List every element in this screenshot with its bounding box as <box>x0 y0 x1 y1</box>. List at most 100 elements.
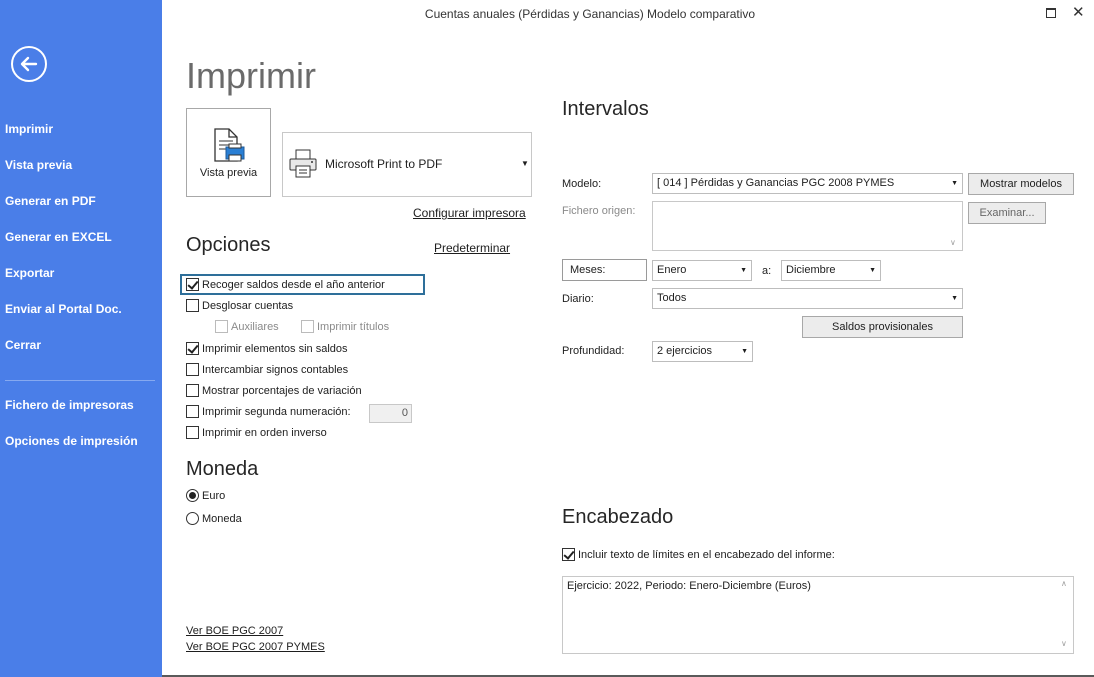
header-text: Ejercicio: 2022, Periodo: Enero-Diciembr… <box>567 580 811 592</box>
radio-label: Moneda <box>202 512 242 525</box>
checkbox-checked-icon <box>186 342 199 355</box>
arrow-left-icon <box>20 56 38 72</box>
checkbox-checked-icon <box>562 548 575 561</box>
chevron-down-icon: ▼ <box>741 348 748 355</box>
depth-select[interactable]: 2 ejercicios ▼ <box>652 341 753 362</box>
sidebar: Imprimir Vista previa Generar en PDF Gen… <box>0 0 162 677</box>
depth-label: Profundidad: <box>562 345 625 357</box>
journal-select[interactable]: Todos ▼ <box>652 288 963 309</box>
journal-value: Todos <box>657 292 687 304</box>
close-button[interactable]: ✕ <box>1072 3 1085 21</box>
checkbox-icon <box>186 384 199 397</box>
chk-label: Auxiliares <box>231 320 279 333</box>
radio-euro[interactable]: Euro <box>186 489 225 502</box>
configure-printer-link[interactable]: Configurar impresora <box>413 206 526 220</box>
sidebar-item-cerrar[interactable]: Cerrar <box>5 338 41 352</box>
radio-moneda[interactable]: Moneda <box>186 512 242 525</box>
chk-include-limits[interactable]: Incluir texto de límites en el encabezad… <box>562 548 835 561</box>
to-label: a: <box>762 265 772 277</box>
sidebar-item-enviar-portal[interactable]: Enviar al Portal Doc. <box>5 302 122 316</box>
journal-label: Diario: <box>562 293 594 305</box>
checkbox-icon <box>186 405 199 418</box>
chevron-up-icon: ∧ <box>1061 579 1067 588</box>
source-file-input[interactable] <box>652 201 963 251</box>
header-scrollbar[interactable]: ∧ ∨ <box>1057 577 1074 653</box>
model-label: Modelo: <box>562 178 602 190</box>
chk-recoger-saldos[interactable]: Recoger saldos desde el año anterior <box>186 278 385 291</box>
chk-label: Mostrar porcentajes de variación <box>202 384 362 397</box>
chk-label: Intercambiar signos contables <box>202 363 349 376</box>
month-from-value: Enero <box>657 264 687 276</box>
back-button[interactable] <box>11 46 47 82</box>
chk-label: Imprimir en orden inverso <box>202 426 327 439</box>
sidebar-item-fichero-impresoras[interactable]: Fichero de impresoras <box>5 398 134 412</box>
page-title: Imprimir <box>186 55 316 96</box>
close-icon: ✕ <box>1072 4 1085 21</box>
chevron-down-icon: ∨ <box>950 238 956 247</box>
chk-label: Imprimir segunda numeración: <box>202 405 351 418</box>
header-title: Encabezado <box>562 506 674 528</box>
preview-button[interactable]: Vista previa <box>186 108 271 197</box>
month-to-value: Diciembre <box>786 264 836 276</box>
sidebar-item-exportar[interactable]: Exportar <box>5 266 54 280</box>
second-numbering-input[interactable]: 0 <box>369 404 412 423</box>
boe-pgc-link[interactable]: Ver BOE PGC 2007 <box>186 625 283 637</box>
radio-selected-icon <box>186 489 199 502</box>
show-models-button[interactable]: Mostrar modelos <box>968 173 1074 195</box>
chk-porcentajes-variacion[interactable]: Mostrar porcentajes de variación <box>186 384 362 397</box>
checkbox-icon <box>186 426 199 439</box>
window-title: Cuentas anuales (Pérdidas y Ganancias) M… <box>424 7 756 21</box>
source-file-label: Fichero origen: <box>562 205 636 217</box>
chevron-down-icon: ▼ <box>740 267 747 274</box>
printer-select[interactable]: Microsoft Print to PDF ▼ <box>282 132 532 197</box>
chk-orden-inverso[interactable]: Imprimir en orden inverso <box>186 426 327 439</box>
chk-segunda-numeracion[interactable]: Imprimir segunda numeración: <box>186 405 351 418</box>
chk-elementos-sin-saldos[interactable]: Imprimir elementos sin saldos <box>186 342 348 355</box>
checkbox-icon <box>186 299 199 312</box>
radio-icon <box>186 512 199 525</box>
printer-name: Microsoft Print to PDF <box>325 157 443 171</box>
model-value: [ 014 ] Pérdidas y Ganancias PGC 2008 PY… <box>657 177 895 189</box>
currency-title: Moneda <box>186 458 259 480</box>
sidebar-item-imprimir[interactable]: Imprimir <box>5 122 53 136</box>
chk-desglosar-cuentas[interactable]: Desglosar cuentas <box>186 299 293 312</box>
chk-label: Incluir texto de límites en el encabezad… <box>578 548 835 561</box>
maximize-button[interactable] <box>1044 5 1058 19</box>
checkbox-checked-icon <box>186 278 199 291</box>
chevron-down-icon: ▼ <box>869 267 876 274</box>
sidebar-item-vista-previa[interactable]: Vista previa <box>5 158 72 172</box>
chk-label: Recoger saldos desde el año anterior <box>202 278 385 291</box>
sidebar-item-generar-excel[interactable]: Generar en EXCEL <box>5 230 112 244</box>
chevron-down-icon: ▼ <box>521 159 529 168</box>
chk-label: Desglosar cuentas <box>202 299 294 312</box>
chevron-down-icon: ▼ <box>951 295 958 302</box>
provisional-balances-button[interactable]: Saldos provisionales <box>802 316 963 338</box>
month-to-select[interactable]: Diciembre ▼ <box>781 260 881 281</box>
checkbox-icon <box>301 320 314 333</box>
model-select[interactable]: [ 014 ] Pérdidas y Ganancias PGC 2008 PY… <box>652 173 963 194</box>
chk-imprimir-titulos: Imprimir títulos <box>301 320 389 333</box>
chk-label: Imprimir elementos sin saldos <box>202 342 348 355</box>
source-scrollbar[interactable]: ∨ <box>946 202 963 250</box>
header-text-area[interactable]: Ejercicio: 2022, Periodo: Enero-Diciembr… <box>562 576 1074 654</box>
preview-label: Vista previa <box>199 167 258 179</box>
intervals-title: Intervalos <box>562 98 649 120</box>
chk-label: Imprimir títulos <box>317 320 390 333</box>
chevron-down-icon: ∨ <box>1061 639 1067 648</box>
depth-value: 2 ejercicios <box>657 345 713 357</box>
browse-button[interactable]: Examinar... <box>968 202 1046 224</box>
boe-pymes-link[interactable]: Ver BOE PGC 2007 PYMES <box>186 641 325 653</box>
sidebar-item-opciones-impresion[interactable]: Opciones de impresión <box>5 434 138 448</box>
checkbox-icon <box>215 320 228 333</box>
set-default-link[interactable]: Predeterminar <box>434 241 510 255</box>
sidebar-item-generar-pdf[interactable]: Generar en PDF <box>5 194 96 208</box>
chk-intercambiar-signos[interactable]: Intercambiar signos contables <box>186 363 348 376</box>
checkbox-icon <box>186 363 199 376</box>
chevron-down-icon: ▼ <box>951 180 958 187</box>
printer-icon <box>289 149 317 178</box>
month-from-select[interactable]: Enero ▼ <box>652 260 752 281</box>
radio-label: Euro <box>202 489 226 502</box>
sidebar-divider <box>5 380 155 381</box>
options-title: Opciones <box>186 234 271 256</box>
months-button[interactable]: Meses: <box>562 259 647 281</box>
